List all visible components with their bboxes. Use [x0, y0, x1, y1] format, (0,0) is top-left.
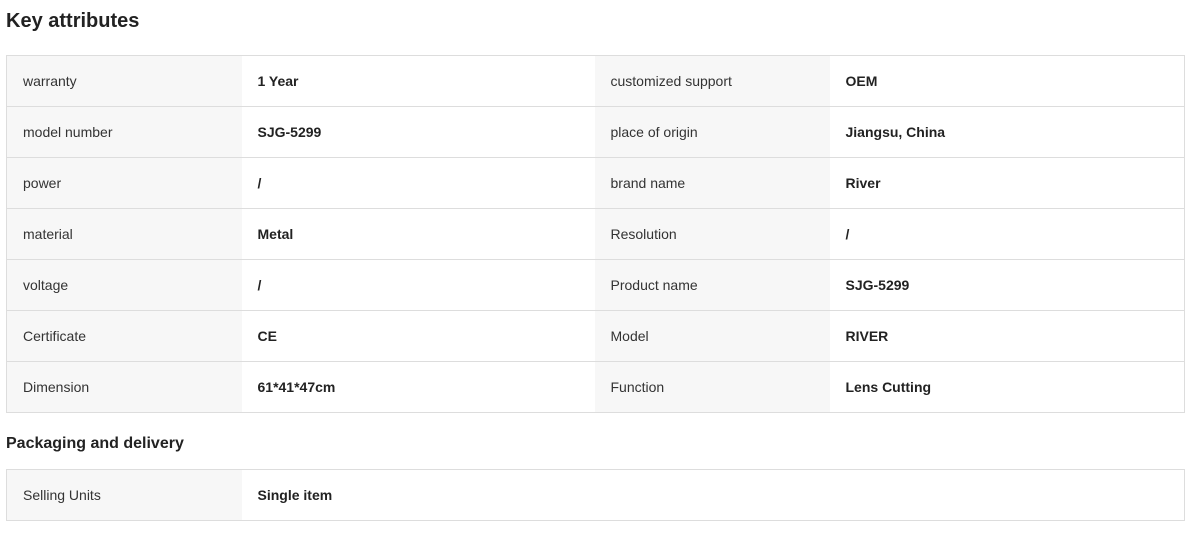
attribute-label: Resolution [594, 208, 830, 260]
key-attributes-table: warranty 1 Year customized support OEM m… [6, 55, 1185, 413]
packaging-title: Packaging and delivery [6, 435, 184, 452]
attribute-label: Model [594, 310, 830, 362]
attribute-label: material [6, 208, 242, 260]
attribute-label: model number [6, 106, 242, 158]
attribute-value: Single item [241, 469, 1185, 521]
key-attributes-title: Key attributes [6, 10, 140, 32]
packaging-table: Selling Units Single item [6, 469, 1186, 521]
attribute-value: / [241, 157, 595, 209]
attribute-value: / [829, 208, 1185, 260]
attribute-value: River [829, 157, 1185, 209]
attribute-label: Product name [594, 259, 830, 311]
attribute-value: OEM [829, 55, 1185, 107]
attribute-row: voltage / Product name SJG-5299 [6, 259, 1185, 311]
attribute-value: RIVER [829, 310, 1185, 362]
attribute-value: SJG-5299 [829, 259, 1185, 311]
attribute-row: Certificate CE Model RIVER [6, 310, 1185, 362]
attribute-label: Selling Units [6, 469, 242, 521]
attribute-label: customized support [594, 55, 830, 107]
attribute-label: Dimension [6, 361, 242, 413]
attribute-label: Function [594, 361, 830, 413]
attribute-value: 1 Year [241, 55, 595, 107]
attribute-row: power / brand name River [6, 157, 1185, 209]
attribute-value: 61*41*47cm [241, 361, 595, 413]
attribute-label: brand name [594, 157, 830, 209]
attribute-row: Selling Units Single item [6, 469, 1185, 521]
attribute-value: Metal [241, 208, 595, 260]
attribute-value: Jiangsu, China [829, 106, 1185, 158]
attribute-value: CE [241, 310, 595, 362]
attribute-label: Certificate [6, 310, 242, 362]
attribute-row: material Metal Resolution / [6, 208, 1185, 260]
attribute-row: model number SJG-5299 place of origin Ji… [6, 106, 1185, 158]
attribute-label: warranty [6, 55, 242, 107]
attribute-label: power [6, 157, 242, 209]
attribute-label: place of origin [594, 106, 830, 158]
attribute-value: / [241, 259, 595, 311]
attribute-row: warranty 1 Year customized support OEM [6, 55, 1185, 107]
attribute-row: Dimension 61*41*47cm Function Lens Cutti… [6, 361, 1185, 413]
attribute-value: Lens Cutting [829, 361, 1185, 413]
attribute-value: SJG-5299 [241, 106, 595, 158]
attribute-label: voltage [6, 259, 242, 311]
